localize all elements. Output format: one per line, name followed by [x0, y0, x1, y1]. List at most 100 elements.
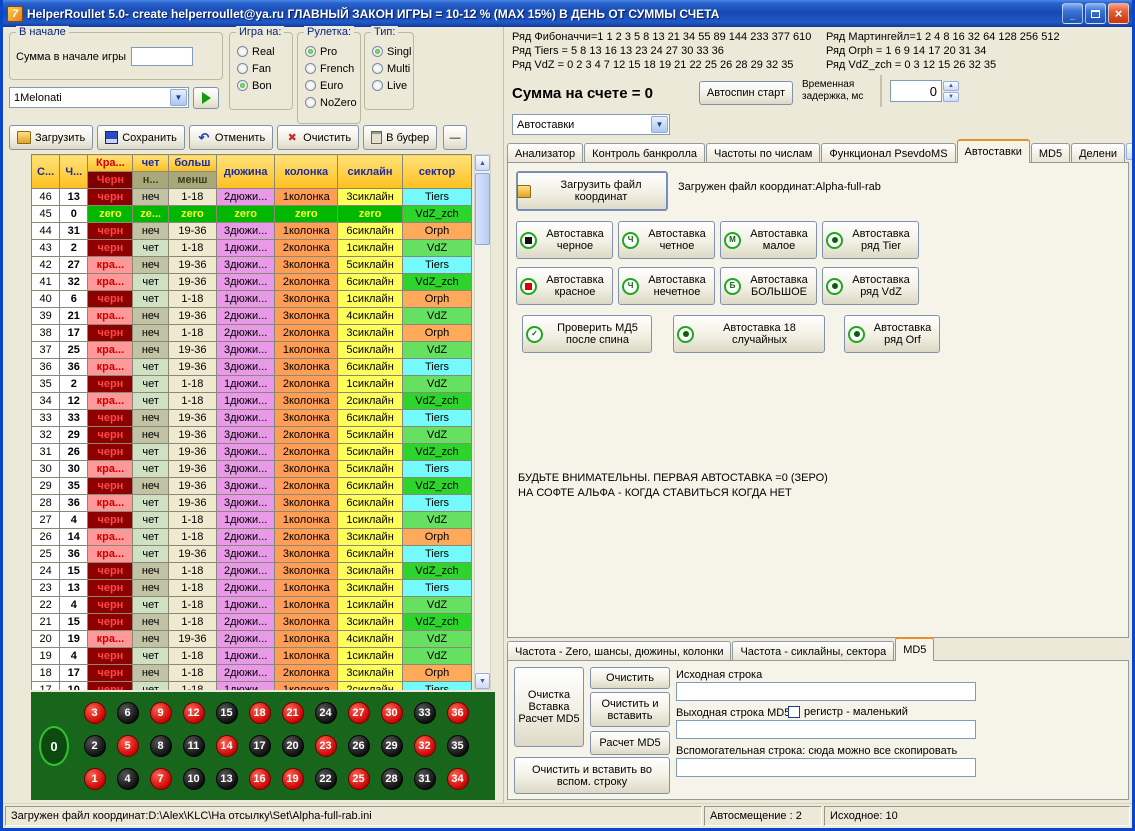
radio-fan[interactable]: Fan [230, 60, 292, 77]
tab-делени[interactable]: Делени [1071, 143, 1125, 163]
board-number[interactable]: 1 [84, 768, 106, 790]
autobet-button[interactable]: Автоставка 18 случайных [673, 315, 825, 353]
chevron-down-icon[interactable]: ▼ [651, 116, 668, 133]
autobet-button[interactable]: Автоставка красное [516, 267, 613, 305]
radio-real[interactable]: Real [230, 43, 292, 60]
spinner-up-icon[interactable]: ▲ [943, 81, 959, 91]
bottom-tab-частота-zero-шансы-дюжины-колонки[interactable]: Частота - Zero, шансы, дюжины, колонки [507, 641, 731, 661]
board-number[interactable]: 32 [414, 735, 436, 757]
radio-french[interactable]: French [298, 60, 360, 77]
spinner-down-icon[interactable]: ▼ [943, 92, 959, 102]
tab-контроль-банкролла[interactable]: Контроль банкролла [584, 143, 705, 163]
board-number[interactable]: 2 [84, 735, 106, 757]
clear-button[interactable]: Очистить [590, 667, 670, 689]
board-number[interactable]: 9 [150, 702, 172, 724]
tab-функционал-psevdoms[interactable]: Функционал PsevdoMS [821, 143, 955, 163]
radio-pro[interactable]: Pro [298, 43, 360, 60]
bottom-tab-частота-сиклайны-сектора[interactable]: Частота - сиклайны, сектора [732, 641, 894, 661]
toolbar-button[interactable]: Сохранить [97, 125, 185, 150]
autobet-button[interactable]: ЧАвтоставка нечетное [618, 267, 715, 305]
scrollbar-thumb[interactable] [475, 173, 490, 245]
load-coordinates-button[interactable]: Загрузить файл координат [516, 171, 668, 211]
board-number[interactable]: 33 [414, 702, 436, 724]
output-string-input[interactable] [676, 720, 976, 739]
radio-multi[interactable]: Multi [365, 60, 413, 77]
board-number[interactable]: 22 [315, 768, 337, 790]
board-number[interactable]: 12 [183, 702, 205, 724]
board-number[interactable]: 3 [84, 702, 106, 724]
autobet-button[interactable]: Автоставка ряд VdZ [822, 267, 919, 305]
tab-scroll-left-icon[interactable]: ◀ [1126, 143, 1135, 160]
board-number[interactable]: 24 [315, 702, 337, 724]
delay-input[interactable]: 0 [890, 80, 942, 102]
tab-частоты-по-числам[interactable]: Частоты по числам [706, 143, 820, 163]
board-number[interactable]: 31 [414, 768, 436, 790]
board-number[interactable]: 15 [216, 702, 238, 724]
tab-md5[interactable]: MD5 [1031, 143, 1070, 163]
autobet-button[interactable]: Автоставка ряд Orf [844, 315, 940, 353]
toolbar-button[interactable]: Отменить [189, 125, 273, 150]
board-number[interactable]: 35 [447, 735, 469, 757]
toolbar-button[interactable]: Очистить [277, 125, 359, 150]
board-number[interactable]: 6 [117, 702, 139, 724]
board-number[interactable]: 5 [117, 735, 139, 757]
clear-paste-calc-button[interactable]: Очистка Вставка Расчет MD5 [514, 667, 584, 747]
board-number[interactable]: 25 [348, 768, 370, 790]
board-number[interactable]: 18 [249, 702, 271, 724]
aux-string-input[interactable] [676, 758, 976, 777]
collapse-button[interactable]: — [443, 125, 467, 150]
radio-bon[interactable]: Bon [230, 77, 292, 94]
board-number[interactable]: 10 [183, 768, 205, 790]
tab-анализатор[interactable]: Анализатор [507, 143, 583, 163]
source-string-input[interactable] [676, 682, 976, 701]
board-number[interactable]: 30 [381, 702, 403, 724]
autobet-button[interactable]: Автоставка ряд Tier [822, 221, 919, 259]
board-number[interactable]: 20 [282, 735, 304, 757]
register-checkbox[interactable]: регистр - маленький [788, 706, 908, 718]
radio-live[interactable]: Live [365, 77, 413, 94]
restore-button[interactable] [1085, 3, 1106, 24]
board-number[interactable]: 17 [249, 735, 271, 757]
board-number[interactable]: 4 [117, 768, 139, 790]
table-scrollbar[interactable]: ▲ ▼ [474, 154, 491, 690]
board-number[interactable]: 16 [249, 768, 271, 790]
board-number[interactable]: 27 [348, 702, 370, 724]
board-number[interactable]: 23 [315, 735, 337, 757]
board-number[interactable]: 28 [381, 768, 403, 790]
autobet-button[interactable]: ЧАвтоставка четное [618, 221, 715, 259]
radio-nozero[interactable]: NoZero [298, 94, 360, 111]
board-number[interactable]: 34 [447, 768, 469, 790]
board-number[interactable]: 13 [216, 768, 238, 790]
bottom-tab-md5[interactable]: MD5 [895, 637, 934, 661]
chevron-down-icon[interactable]: ▼ [170, 89, 187, 106]
autobet-button[interactable]: ✓Проверить МД5 после спина [522, 315, 652, 353]
autobet-button[interactable]: Автоставка черное [516, 221, 613, 259]
start-sum-input[interactable] [131, 47, 193, 66]
board-number[interactable]: 8 [150, 735, 172, 757]
board-number[interactable]: 19 [282, 768, 304, 790]
board-number[interactable]: 29 [381, 735, 403, 757]
radio-euro[interactable]: Euro [298, 77, 360, 94]
scroll-up-icon[interactable]: ▲ [475, 155, 490, 171]
strategy-combobox[interactable]: 1Melonati ▼ [9, 87, 189, 108]
autobet-combobox[interactable]: Автоставки ▼ [512, 114, 670, 135]
clear-paste-aux-button[interactable]: Очистить и вставить во вспом. строку [514, 757, 670, 794]
toolbar-button[interactable]: В буфер [363, 125, 437, 150]
minimize-button[interactable]: _ [1062, 3, 1083, 24]
autobet-button[interactable]: МАвтоставка малое [720, 221, 817, 259]
toolbar-button[interactable]: Загрузить [9, 125, 93, 150]
clear-and-paste-button[interactable]: Очистить и вставить [590, 692, 670, 727]
radio-singl[interactable]: Singl [365, 43, 413, 60]
autobet-button[interactable]: БАвтоставка БОЛЬШОЕ [720, 267, 817, 305]
play-button[interactable] [193, 87, 219, 109]
board-number[interactable]: 14 [216, 735, 238, 757]
autospin-start-button[interactable]: Автоспин старт [699, 81, 793, 105]
board-number[interactable]: 11 [183, 735, 205, 757]
board-number[interactable]: 7 [150, 768, 172, 790]
board-number[interactable]: 36 [447, 702, 469, 724]
close-button[interactable]: × [1108, 3, 1129, 24]
calc-md5-button[interactable]: Расчет MD5 [590, 731, 670, 755]
board-number[interactable]: 26 [348, 735, 370, 757]
scroll-down-icon[interactable]: ▼ [475, 673, 490, 689]
board-zero[interactable]: 0 [39, 726, 69, 766]
